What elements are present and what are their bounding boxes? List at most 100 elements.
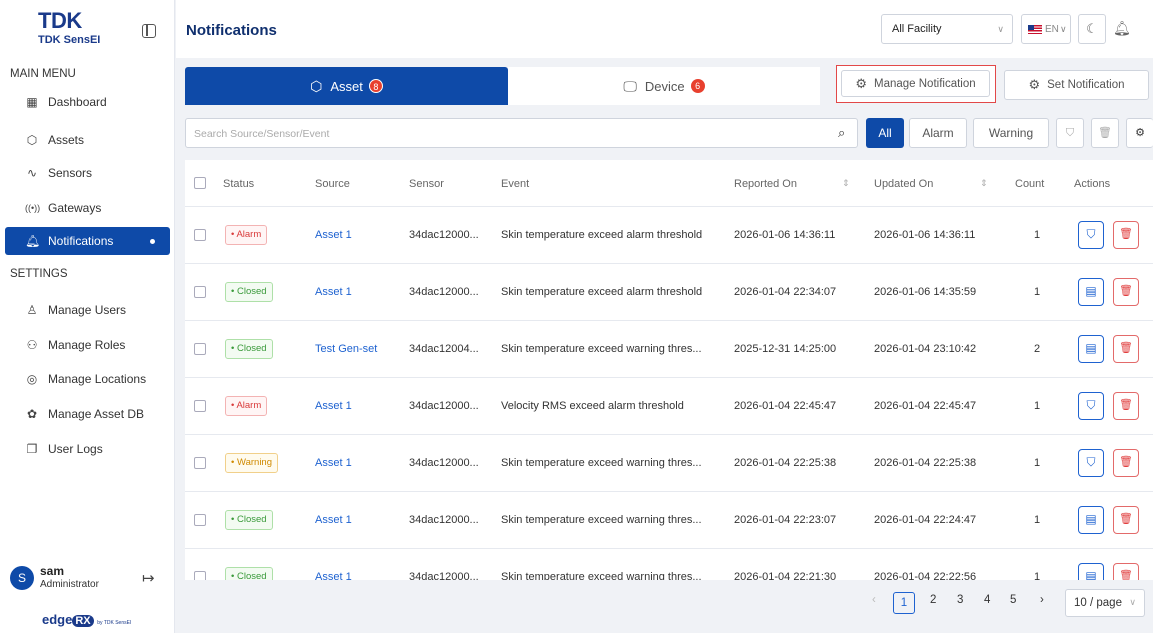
page-5-button[interactable]: 5: [1010, 594, 1016, 606]
status-text: Alarm: [236, 229, 262, 240]
filter-alarm-button[interactable]: Alarm: [909, 118, 967, 148]
filter-all-button[interactable]: All: [866, 118, 904, 148]
set-notification-button[interactable]: ⚙ Set Notification: [1004, 70, 1149, 100]
sidebar-item-dashboard[interactable]: ▦ Dashboard: [5, 88, 170, 116]
count: 1: [1034, 457, 1041, 469]
source-link[interactable]: Asset 1: [315, 229, 352, 241]
row-checkbox[interactable]: [194, 286, 206, 298]
dashboard-icon: ▦: [26, 95, 38, 109]
theme-toggle-button[interactable]: ☾: [1078, 14, 1106, 44]
updated-on: 2026-01-04 23:10:42: [874, 343, 977, 355]
view-comment-icon[interactable]: ▤: [1078, 563, 1104, 580]
column-sensor: Sensor: [409, 178, 444, 190]
manage-notification-highlight[interactable]: ⚙ Manage Notification: [836, 65, 996, 103]
row-checkbox[interactable]: [194, 229, 206, 241]
bulk-acknowledge-icon[interactable]: ⛉: [1056, 118, 1084, 148]
sidebar-item-manage-asset-db[interactable]: ✿ Manage Asset DB: [5, 400, 170, 428]
sort-icon[interactable]: ⇕: [980, 178, 988, 189]
next-page-icon[interactable]: ›: [1040, 594, 1044, 606]
row-checkbox[interactable]: [194, 571, 206, 580]
status-badge: • Closed: [225, 567, 273, 580]
source-link[interactable]: Asset 1: [315, 286, 352, 298]
updated-on: 2026-01-04 22:45:47: [874, 400, 977, 412]
page-3-button[interactable]: 3: [957, 594, 963, 606]
sensor-id: 34dac12000...: [409, 571, 479, 580]
table-settings-icon[interactable]: ⚙: [1126, 118, 1153, 148]
us-flag-icon: [1028, 25, 1042, 34]
tab-asset-count-badge: 8: [368, 79, 383, 93]
language-select[interactable]: EN ∨: [1021, 14, 1071, 44]
prev-page-icon[interactable]: ‹: [872, 594, 876, 606]
sidebar-item-label: User Logs: [48, 442, 103, 456]
source-link[interactable]: Asset 1: [315, 514, 352, 526]
header-bell-icon[interactable]: 🔔︎: [1113, 20, 1131, 37]
monitor-icon: 🖵︎: [623, 77, 637, 94]
source-link[interactable]: Asset 1: [315, 457, 352, 469]
source-link[interactable]: Asset 1: [315, 571, 352, 580]
source-link[interactable]: Test Gen-set: [315, 343, 377, 355]
logo-text: TDK: [38, 8, 82, 33]
reported-on: 2026-01-04 22:25:38: [734, 457, 837, 469]
page-size-value: 10 / page: [1074, 597, 1122, 609]
table-row: • Alarm Asset 1 34dac12000... Velocity RMS …: [185, 378, 1153, 435]
sidebar-item-manage-users[interactable]: ♙ Manage Users: [5, 296, 170, 324]
column-actions: Actions: [1074, 178, 1111, 190]
logout-icon[interactable]: ↦: [142, 569, 155, 587]
view-comment-icon[interactable]: ▤: [1078, 506, 1104, 534]
filter-warning-button[interactable]: Warning: [973, 118, 1049, 148]
delete-icon[interactable]: 🗑︎: [1113, 392, 1139, 420]
row-checkbox[interactable]: [194, 457, 206, 469]
avatar[interactable]: S: [10, 566, 34, 590]
delete-icon[interactable]: 🗑︎: [1113, 563, 1139, 580]
sidebar-item-sensors[interactable]: ∿ Sensors: [5, 159, 170, 187]
sidebar-item-assets[interactable]: ⬡ Assets: [5, 126, 170, 154]
page-4-button[interactable]: 4: [984, 594, 990, 606]
acknowledge-icon[interactable]: ⛉: [1078, 392, 1104, 420]
search-input[interactable]: Search Source/Sensor/Event: [185, 118, 858, 148]
sidebar-item-label: Manage Asset DB: [48, 407, 145, 421]
chevron-down-icon: ∨: [1060, 24, 1067, 34]
status-badge: • Closed: [225, 339, 273, 359]
view-comment-icon[interactable]: ▤: [1078, 278, 1104, 306]
table-row: • Closed Asset 1 34dac12000... Skin tempera…: [185, 492, 1153, 549]
acknowledge-icon[interactable]: ⛉: [1078, 449, 1104, 477]
source-link[interactable]: Asset 1: [315, 400, 352, 412]
manage-notification-button[interactable]: ⚙ Manage Notification: [841, 70, 990, 97]
facility-select[interactable]: All Facility ∨: [881, 14, 1013, 44]
updated-on: 2026-01-06 14:35:59: [874, 286, 977, 298]
collapse-sidebar-icon[interactable]: [142, 24, 156, 38]
facility-select-value: All Facility: [892, 23, 942, 35]
row-checkbox[interactable]: [194, 343, 206, 355]
column-updated-on[interactable]: Updated On: [874, 178, 933, 190]
sidebar-item-manage-locations[interactable]: ◎ Manage Locations: [5, 365, 170, 393]
sidebar-item-user-logs[interactable]: ❐ User Logs: [5, 435, 170, 463]
page-1-button[interactable]: 1: [893, 592, 915, 614]
delete-icon[interactable]: 🗑︎: [1113, 278, 1139, 306]
select-all-checkbox[interactable]: [194, 177, 206, 189]
delete-icon[interactable]: 🗑︎: [1113, 335, 1139, 363]
row-checkbox[interactable]: [194, 514, 206, 526]
tab-asset[interactable]: ⬡ Asset 8: [185, 67, 508, 105]
sidebar-item-label: Sensors: [48, 166, 93, 180]
event-text: Skin temperature exceed alarm threshold: [501, 286, 703, 298]
search-icon[interactable]: ⌕: [838, 125, 845, 141]
view-comment-icon[interactable]: ▤: [1078, 335, 1104, 363]
delete-icon[interactable]: 🗑︎: [1113, 221, 1139, 249]
page-title: Notifications: [186, 22, 277, 39]
sidebar-item-notifications[interactable]: 🔔︎ Notifications: [5, 227, 170, 255]
bulk-delete-icon[interactable]: 🗑︎: [1091, 118, 1119, 148]
count: 1: [1034, 286, 1041, 298]
event-text: Skin temperature exceed alarm threshold: [501, 229, 703, 241]
sidebar-item-manage-roles[interactable]: ⚇ Manage Roles: [5, 331, 170, 359]
tab-device[interactable]: 🖵︎ Device 6: [508, 67, 820, 105]
page-2-button[interactable]: 2: [930, 594, 936, 606]
column-reported-on[interactable]: Reported On: [734, 178, 797, 190]
acknowledge-icon[interactable]: ⛉: [1078, 221, 1104, 249]
edgerx-logo: edge RX by TDK SensEI: [42, 612, 131, 627]
page-size-select[interactable]: 10 / page ∨: [1065, 589, 1145, 617]
sidebar-item-gateways[interactable]: ((•)) Gateways: [5, 194, 170, 222]
delete-icon[interactable]: 🗑︎: [1113, 506, 1139, 534]
delete-icon[interactable]: 🗑︎: [1113, 449, 1139, 477]
row-checkbox[interactable]: [194, 400, 206, 412]
sort-icon[interactable]: ⇕: [842, 178, 850, 189]
